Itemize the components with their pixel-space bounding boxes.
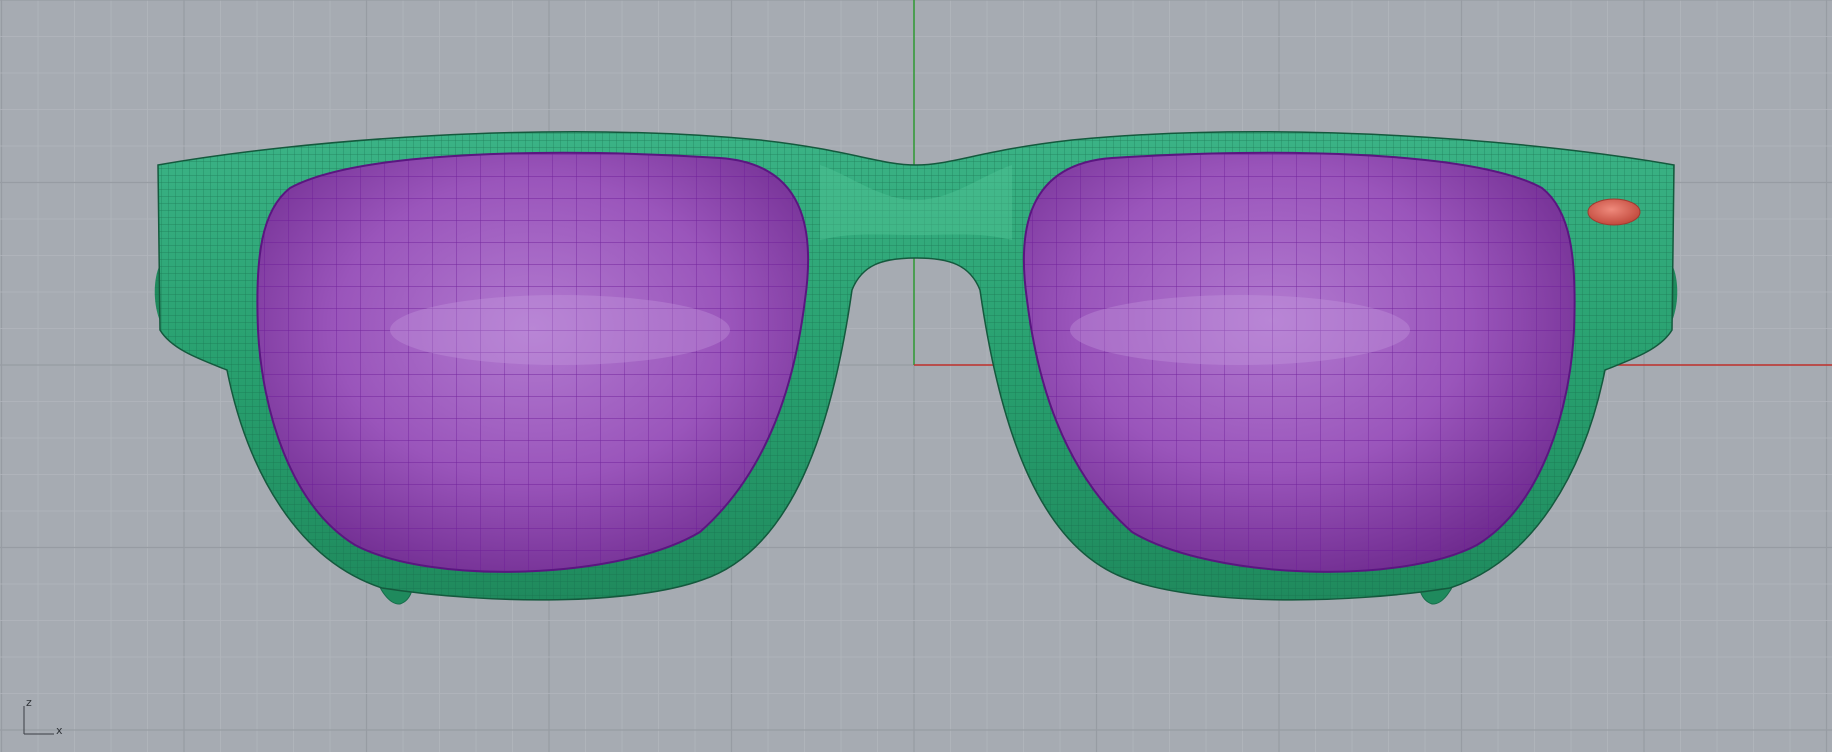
viewport-canvas[interactable] <box>0 0 1832 752</box>
perspective-viewport[interactable]: z x <box>0 0 1832 752</box>
widget-x-label: x <box>56 724 63 737</box>
logo-badge[interactable] <box>1587 198 1641 226</box>
widget-z-label: z <box>26 696 32 709</box>
